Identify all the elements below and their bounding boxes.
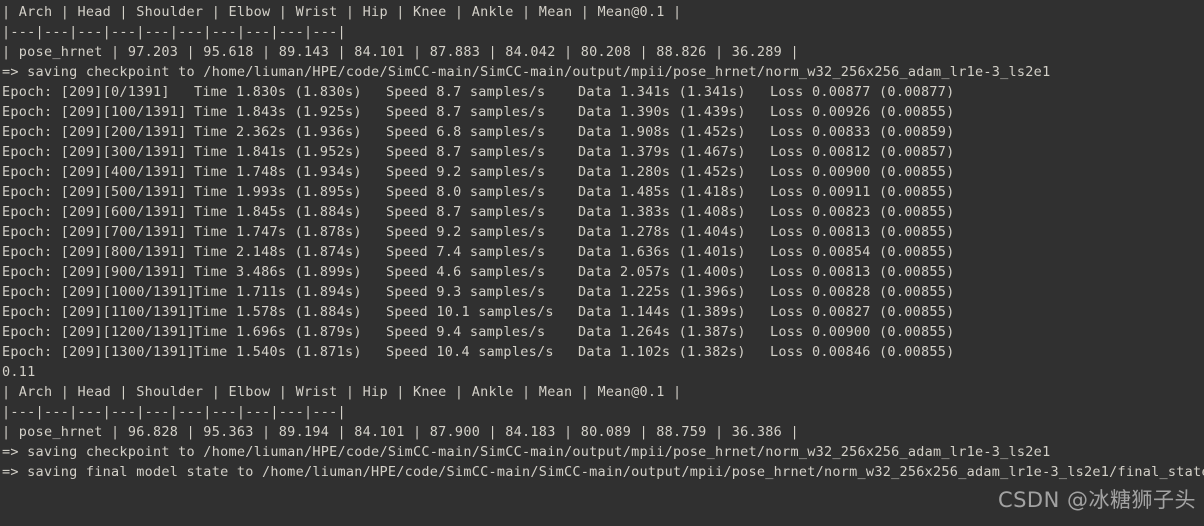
epoch-log-row: Epoch: [209][100/1391] Time 1.843s (1.92… <box>2 102 1204 122</box>
loss-field: Loss 0.00823 (0.00855) <box>770 204 955 220</box>
epoch-log-row: Epoch: [209][1000/1391] Time 1.711s (1.8… <box>2 282 1204 302</box>
speed-field: Speed 9.3 samples/s <box>386 284 546 300</box>
speed-field: Speed 8.7 samples/s <box>386 84 546 100</box>
time-field: Time 1.747s (1.878s) <box>194 224 362 240</box>
epoch-field: Epoch: [209][700/1391] <box>2 224 187 240</box>
epoch-field: Epoch: [209][800/1391] <box>2 244 187 260</box>
loss-field: Loss 0.00833 (0.00859) <box>770 124 955 140</box>
speed-field: Speed 8.0 samples/s <box>386 184 546 200</box>
results-table-row-top: | pose_hrnet | 97.203 | 95.618 | 89.143 … <box>2 44 799 60</box>
speed-field: Speed 7.4 samples/s <box>386 244 546 260</box>
epoch-field: Epoch: [209][1200/1391] <box>2 324 195 340</box>
data-field: Data 1.636s (1.401s) <box>578 244 746 260</box>
time-field: Time 3.486s (1.899s) <box>194 264 362 280</box>
data-field: Data 1.485s (1.418s) <box>578 184 746 200</box>
results-table-row-bottom: | pose_hrnet | 96.828 | 95.363 | 89.194 … <box>2 424 799 440</box>
epoch-log-row: Epoch: [209][500/1391] Time 1.993s (1.89… <box>2 182 1204 202</box>
epoch-field: Epoch: [209][500/1391] <box>2 184 187 200</box>
results-table-header-bottom: | Arch | Head | Shoulder | Elbow | Wrist… <box>2 384 682 400</box>
loss-field: Loss 0.00854 (0.00855) <box>770 244 955 260</box>
speed-field: Speed 8.7 samples/s <box>386 144 546 160</box>
loss-field: Loss 0.00926 (0.00855) <box>770 104 955 120</box>
epoch-log-row: Epoch: [209][600/1391] Time 1.845s (1.88… <box>2 202 1204 222</box>
speed-field: Speed 8.7 samples/s <box>386 104 546 120</box>
speed-field: Speed 8.7 samples/s <box>386 204 546 220</box>
data-field: Data 1.225s (1.396s) <box>578 284 746 300</box>
speed-field: Speed 10.1 samples/s <box>386 304 554 320</box>
data-field: Data 1.383s (1.408s) <box>578 204 746 220</box>
epoch-field: Epoch: [209][1300/1391] <box>2 344 195 360</box>
epoch-field: Epoch: [209][1000/1391] <box>2 284 195 300</box>
epoch-log-block: Epoch: [209][0/1391] Time 1.830s (1.830s… <box>2 82 1204 362</box>
data-field: Data 2.057s (1.400s) <box>578 264 746 280</box>
epoch-field: Epoch: [209][600/1391] <box>2 204 187 220</box>
epoch-field: Epoch: [209][1100/1391] <box>2 304 195 320</box>
checkpoint-save-line-top: => saving checkpoint to /home/liuman/HPE… <box>2 64 1051 80</box>
data-field: Data 1.144s (1.389s) <box>578 304 746 320</box>
epoch-log-row: Epoch: [209][1200/1391] Time 1.696s (1.8… <box>2 322 1204 342</box>
epoch-log-row: Epoch: [209][200/1391] Time 2.362s (1.93… <box>2 122 1204 142</box>
time-field: Time 1.540s (1.871s) <box>194 344 362 360</box>
time-field: Time 1.830s (1.830s) <box>194 84 362 100</box>
loss-field: Loss 0.00877 (0.00877) <box>770 84 955 100</box>
results-table-separator-top: |---|---|---|---|---|---|---|---|---|---… <box>2 24 346 40</box>
speed-field: Speed 9.4 samples/s <box>386 324 546 340</box>
loss-field: Loss 0.00911 (0.00855) <box>770 184 955 200</box>
data-field: Data 1.379s (1.467s) <box>578 144 746 160</box>
loss-field: Loss 0.00900 (0.00855) <box>770 324 955 340</box>
loss-field: Loss 0.00846 (0.00855) <box>770 344 955 360</box>
epoch-field: Epoch: [209][200/1391] <box>2 124 187 140</box>
time-field: Time 1.578s (1.884s) <box>194 304 362 320</box>
epoch-field: Epoch: [209][400/1391] <box>2 164 187 180</box>
checkpoint-save-line-bottom: => saving checkpoint to /home/liuman/HPE… <box>2 444 1051 460</box>
results-table-separator-bottom: |---|---|---|---|---|---|---|---|---|---… <box>2 404 346 420</box>
epoch-log-row: Epoch: [209][0/1391] Time 1.830s (1.830s… <box>2 82 1204 102</box>
epoch-field: Epoch: [209][100/1391] <box>2 104 187 120</box>
time-field: Time 2.362s (1.936s) <box>194 124 362 140</box>
data-field: Data 1.102s (1.382s) <box>578 344 746 360</box>
speed-field: Speed 9.2 samples/s <box>386 224 546 240</box>
csdn-watermark: CSDN @冰糖狮子头 <box>997 488 1196 512</box>
speed-field: Speed 10.4 samples/s <box>386 344 554 360</box>
loss-field: Loss 0.00813 (0.00855) <box>770 264 955 280</box>
time-field: Time 1.696s (1.879s) <box>194 324 362 340</box>
time-field: Time 1.748s (1.934s) <box>194 164 362 180</box>
epoch-log-row: Epoch: [209][900/1391] Time 3.486s (1.89… <box>2 262 1204 282</box>
speed-field: Speed 9.2 samples/s <box>386 164 546 180</box>
epoch-log-row: Epoch: [209][700/1391] Time 1.747s (1.87… <box>2 222 1204 242</box>
data-field: Data 1.908s (1.452s) <box>578 124 746 140</box>
time-field: Time 1.841s (1.952s) <box>194 144 362 160</box>
final-state-save-line: => saving final model state to /home/liu… <box>2 464 1204 480</box>
loss-field: Loss 0.00900 (0.00855) <box>770 164 955 180</box>
epoch-log-row: Epoch: [209][800/1391] Time 2.148s (1.87… <box>2 242 1204 262</box>
time-field: Time 1.843s (1.925s) <box>194 104 362 120</box>
terminal-window[interactable]: | Arch | Head | Shoulder | Elbow | Wrist… <box>0 0 1204 526</box>
time-field: Time 1.711s (1.894s) <box>194 284 362 300</box>
data-field: Data 1.341s (1.341s) <box>578 84 746 100</box>
epoch-log-row: Epoch: [209][1100/1391] Time 1.578s (1.8… <box>2 302 1204 322</box>
epoch-log-row: Epoch: [209][400/1391] Time 1.748s (1.93… <box>2 162 1204 182</box>
time-field: Time 1.845s (1.884s) <box>194 204 362 220</box>
results-table-header-top: | Arch | Head | Shoulder | Elbow | Wrist… <box>2 4 682 20</box>
epoch-field: Epoch: [209][0/1391] <box>2 84 170 100</box>
loss-field: Loss 0.00828 (0.00855) <box>770 284 955 300</box>
data-field: Data 1.280s (1.452s) <box>578 164 746 180</box>
epoch-field: Epoch: [209][300/1391] <box>2 144 187 160</box>
epoch-field: Epoch: [209][900/1391] <box>2 264 187 280</box>
time-field: Time 2.148s (1.874s) <box>194 244 362 260</box>
speed-field: Speed 4.6 samples/s <box>386 264 546 280</box>
loss-field: Loss 0.00813 (0.00855) <box>770 224 955 240</box>
epoch-log-row: Epoch: [209][300/1391] Time 1.841s (1.95… <box>2 142 1204 162</box>
data-field: Data 1.264s (1.387s) <box>578 324 746 340</box>
loss-field: Loss 0.00812 (0.00857) <box>770 144 955 160</box>
stray-value-line: 0.11 <box>2 364 36 380</box>
loss-field: Loss 0.00827 (0.00855) <box>770 304 955 320</box>
time-field: Time 1.993s (1.895s) <box>194 184 362 200</box>
epoch-log-row: Epoch: [209][1300/1391] Time 1.540s (1.8… <box>2 342 1204 362</box>
data-field: Data 1.390s (1.439s) <box>578 104 746 120</box>
data-field: Data 1.278s (1.404s) <box>578 224 746 240</box>
speed-field: Speed 6.8 samples/s <box>386 124 546 140</box>
